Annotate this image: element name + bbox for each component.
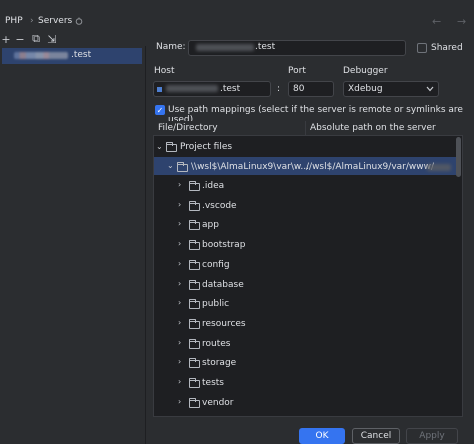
shared-checkbox[interactable] bbox=[417, 43, 427, 53]
redacted-host bbox=[166, 85, 218, 92]
vertical-scrollbar[interactable] bbox=[456, 137, 461, 177]
chevron-right-icon[interactable]: › bbox=[178, 298, 181, 307]
folder-icon bbox=[189, 240, 200, 250]
chevron-down-icon[interactable]: ⌄ bbox=[156, 142, 163, 151]
cancel-button[interactable]: Cancel bbox=[352, 428, 400, 444]
ok-button[interactable]: OK bbox=[299, 428, 345, 444]
add-server-button[interactable]: + bbox=[0, 33, 12, 46]
redacted-host-start bbox=[157, 87, 162, 92]
tree-node-folder[interactable]: vendor bbox=[202, 398, 234, 408]
redacted-server-name bbox=[14, 52, 68, 59]
port-field-value: 80 bbox=[293, 84, 305, 94]
name-label: Name: bbox=[156, 42, 186, 52]
folder-icon bbox=[189, 181, 200, 191]
tree-node-folder[interactable]: config bbox=[202, 260, 230, 270]
tree-node-folder[interactable]: storage bbox=[202, 358, 236, 368]
reset-icon[interactable] bbox=[75, 17, 83, 25]
tree-node-folder[interactable]: bootstrap bbox=[202, 240, 245, 250]
tree-node-folder[interactable]: database bbox=[202, 280, 244, 290]
forward-arrow-icon[interactable]: → bbox=[457, 15, 466, 28]
column-header-file-directory[interactable]: File/Directory bbox=[158, 123, 218, 133]
chevron-down-icon bbox=[426, 86, 434, 92]
folder-icon bbox=[189, 220, 200, 230]
mapping-server-path[interactable]: //wsl$/AlmaLinux9/var/www/ bbox=[306, 162, 434, 172]
chevron-down-icon[interactable]: ⌄ bbox=[167, 161, 174, 170]
debugger-select-value: Xdebug bbox=[348, 84, 383, 94]
folder-icon bbox=[189, 339, 200, 349]
breadcrumb-php[interactable]: PHP bbox=[5, 16, 23, 26]
chevron-right-icon[interactable]: › bbox=[178, 259, 181, 268]
host-field-suffix: .test bbox=[220, 84, 241, 94]
tree-node-project-files[interactable]: Project files bbox=[180, 142, 232, 152]
import-server-button[interactable]: ⇲ bbox=[46, 33, 58, 46]
folder-icon bbox=[189, 299, 200, 309]
tree-node-folder[interactable]: resources bbox=[202, 319, 246, 329]
folder-icon bbox=[189, 260, 200, 270]
chevron-right-icon[interactable]: › bbox=[178, 279, 181, 288]
chevron-right-icon[interactable]: › bbox=[178, 377, 181, 386]
debugger-label: Debugger bbox=[343, 66, 388, 76]
mapping-local-path: \\wsl$\AlmaLinux9\var\w... bbox=[191, 162, 310, 172]
chevron-right-icon[interactable]: › bbox=[178, 239, 181, 248]
chevron-right-icon[interactable]: › bbox=[178, 219, 181, 228]
chevron-right-icon[interactable]: › bbox=[178, 338, 181, 347]
folder-icon bbox=[189, 358, 200, 368]
folder-icon bbox=[189, 398, 200, 408]
column-divider[interactable] bbox=[305, 121, 306, 136]
name-field-suffix: .test bbox=[255, 42, 276, 52]
tree-node-folder[interactable]: .vscode bbox=[202, 201, 237, 211]
folder-icon bbox=[166, 142, 177, 152]
tree-node-folder[interactable]: app bbox=[202, 220, 219, 230]
folder-icon bbox=[177, 162, 188, 172]
column-header-server-path[interactable]: Absolute path on the server bbox=[310, 123, 436, 133]
chevron-right-icon[interactable]: › bbox=[178, 200, 181, 209]
tree-node-folder[interactable]: .idea bbox=[202, 181, 224, 191]
server-list-item-label: .test bbox=[71, 50, 92, 60]
remove-server-button[interactable]: − bbox=[14, 33, 26, 46]
redacted-server-path bbox=[427, 164, 451, 171]
folder-icon bbox=[189, 319, 200, 329]
apply-button[interactable]: Apply bbox=[406, 428, 458, 444]
tree-node-folder[interactable]: routes bbox=[202, 339, 230, 349]
breadcrumb-servers: Servers bbox=[38, 16, 73, 26]
chevron-right-icon[interactable]: › bbox=[178, 397, 181, 406]
copy-server-button[interactable]: ⧉ bbox=[30, 32, 42, 45]
folder-icon bbox=[189, 201, 200, 211]
redacted-name bbox=[196, 44, 254, 51]
folder-icon bbox=[189, 280, 200, 290]
chevron-right-icon[interactable]: › bbox=[178, 318, 181, 327]
chevron-right-icon[interactable]: › bbox=[178, 180, 181, 189]
shared-label: Shared bbox=[431, 43, 463, 53]
tree-node-folder[interactable]: tests bbox=[202, 378, 224, 388]
chevron-right-icon[interactable]: › bbox=[178, 357, 181, 366]
tree-node-folder[interactable]: public bbox=[202, 299, 229, 309]
folder-icon bbox=[189, 378, 200, 388]
back-arrow-icon[interactable]: ← bbox=[432, 15, 441, 28]
port-label: Port bbox=[288, 66, 306, 76]
path-mappings-checkbox[interactable]: ✓ bbox=[155, 105, 165, 115]
host-port-separator: : bbox=[277, 84, 281, 94]
host-label: Host bbox=[154, 66, 175, 76]
server-list bbox=[0, 46, 146, 444]
breadcrumb-separator: › bbox=[30, 16, 34, 26]
